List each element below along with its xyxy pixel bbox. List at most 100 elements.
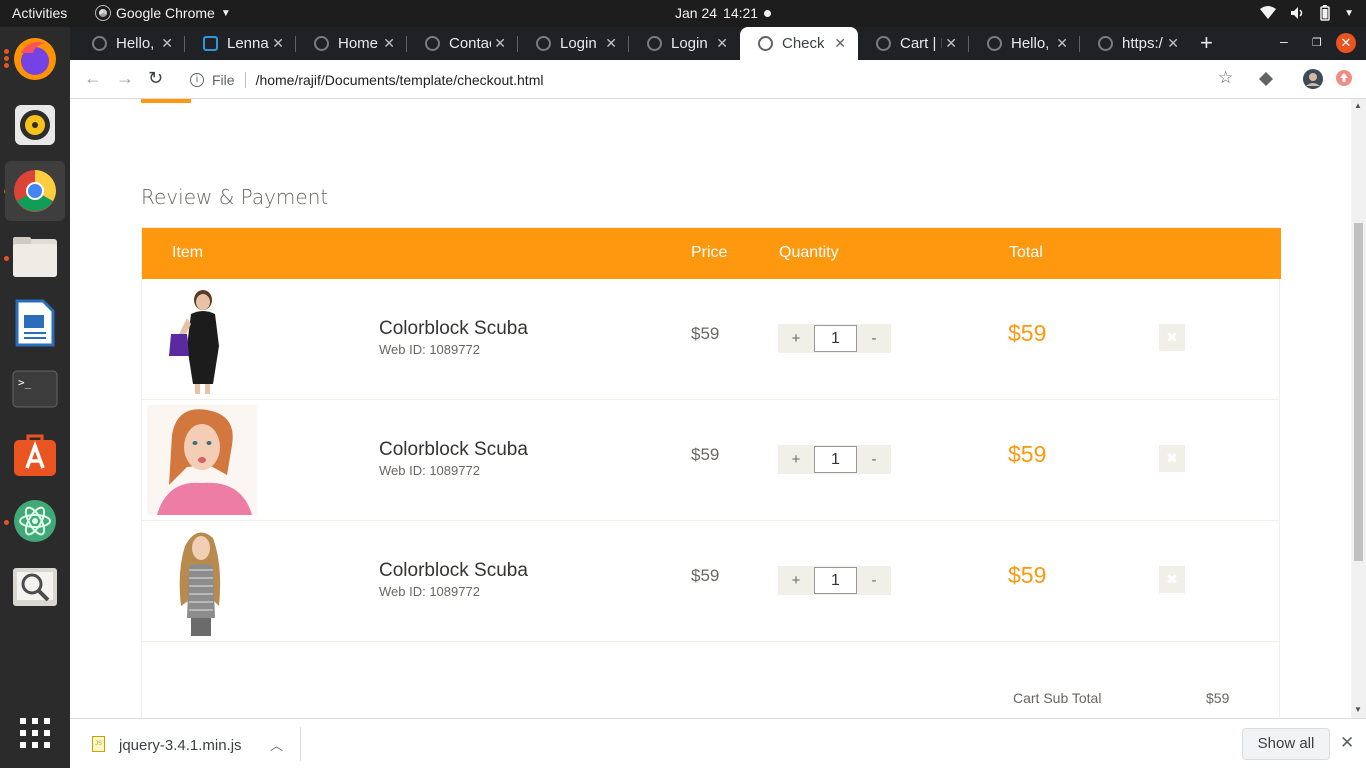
browser-tab[interactable]: Login | ✕ xyxy=(629,27,740,60)
scheme-label: File xyxy=(212,71,235,88)
browser-tab[interactable]: Home |✕ xyxy=(296,27,407,60)
close-tab-icon[interactable]: ✕ xyxy=(272,35,284,52)
delete-item-button[interactable]: ✖ xyxy=(1159,566,1185,593)
section-title: Review & Payment xyxy=(141,185,329,209)
browser-tab[interactable]: Lenna ✕ xyxy=(185,27,296,60)
globe-icon xyxy=(536,36,551,51)
profile-avatar-icon[interactable] xyxy=(1303,69,1323,89)
minimize-button[interactable]: – xyxy=(1280,33,1288,49)
atom-icon xyxy=(14,500,56,542)
app-menu[interactable]: Google Chrome ▼ xyxy=(95,5,231,21)
quantity-input[interactable] xyxy=(814,446,857,473)
quantity-input[interactable] xyxy=(814,567,857,594)
dock-writer[interactable] xyxy=(5,293,65,353)
divider xyxy=(300,727,301,761)
clock[interactable]: Jan 24 14:21 xyxy=(675,5,772,21)
delete-item-button[interactable]: ✖ xyxy=(1159,324,1185,351)
dock-show-apps[interactable] xyxy=(5,703,65,763)
quantity-increase-button[interactable]: + xyxy=(778,566,814,595)
quantity-decrease-button[interactable]: - xyxy=(857,445,891,474)
product-image[interactable] xyxy=(147,526,257,636)
address-bar[interactable]: i File /home/rajif/Documents/template/ch… xyxy=(180,64,1260,95)
close-tab-icon[interactable]: ✕ xyxy=(716,35,728,52)
globe-icon xyxy=(92,36,107,51)
close-tab-icon[interactable]: ✕ xyxy=(383,35,395,52)
cart-row: Colorblock Scuba Web ID: 1089772 $59 + -… xyxy=(142,400,1279,521)
browser-tab[interactable]: https:/✕ xyxy=(1080,27,1191,60)
browser-tab[interactable]: Cart | E✕ xyxy=(858,27,969,60)
dock-chrome[interactable] xyxy=(5,161,65,221)
close-downloads-bar-icon[interactable]: ✕ xyxy=(1340,733,1354,753)
cart-subtotal-value: $59 xyxy=(1206,690,1230,706)
cart-row: Colorblock Scuba Web ID: 1089772 $59 + -… xyxy=(142,521,1279,642)
scrollbar-thumb[interactable] xyxy=(1354,223,1363,561)
close-tab-icon[interactable]: ✕ xyxy=(1167,35,1179,52)
globe-icon xyxy=(647,36,662,51)
close-tab-icon[interactable]: ✕ xyxy=(1056,35,1068,52)
browser-tab[interactable]: Hello, v✕ xyxy=(969,27,1080,60)
browser-tab-active[interactable]: Checko ✕ xyxy=(740,27,858,60)
url-text[interactable]: /home/rajif/Documents/template/checkout.… xyxy=(256,72,544,88)
browser-tab[interactable]: Login | ✕ xyxy=(518,27,629,60)
browser-tab[interactable]: Hello, v✕ xyxy=(74,27,185,60)
extension-icon[interactable] xyxy=(1258,71,1274,87)
quantity-increase-button[interactable]: + xyxy=(778,324,814,353)
activities-button[interactable]: Activities xyxy=(12,5,67,21)
quantity-decrease-button[interactable]: - xyxy=(857,566,891,595)
clock-time: 14:21 xyxy=(723,5,759,21)
close-tab-icon[interactable]: ✕ xyxy=(945,35,957,52)
close-tab-icon[interactable]: ✕ xyxy=(494,35,506,52)
page-viewport: Review & Payment Item Price Quantity Tot… xyxy=(70,99,1351,718)
info-icon[interactable]: i xyxy=(190,72,204,87)
tab-title: Lenna xyxy=(227,35,269,52)
system-tray[interactable]: ▼ xyxy=(1260,5,1354,21)
svg-text:>_: >_ xyxy=(18,376,32,389)
bookmark-star-icon[interactable]: ☆ xyxy=(1218,68,1233,88)
product-name[interactable]: Colorblock Scuba xyxy=(379,560,528,582)
scroll-up-arrow-icon[interactable]: ▲ xyxy=(1354,101,1362,110)
dock-atom[interactable] xyxy=(5,491,65,551)
update-icon[interactable] xyxy=(1336,70,1352,86)
browser-tab[interactable]: Contac✕ xyxy=(407,27,518,60)
page-scrollbar[interactable]: ▲ ▼ xyxy=(1351,99,1366,718)
close-tab-icon[interactable]: ✕ xyxy=(161,35,173,52)
forward-button[interactable]: → xyxy=(116,68,134,89)
quantity-stepper: + - xyxy=(778,445,891,474)
back-button[interactable]: ← xyxy=(84,68,102,89)
product-name[interactable]: Colorblock Scuba xyxy=(379,318,528,340)
dock-software[interactable] xyxy=(5,425,65,485)
download-filename[interactable]: jquery-3.4.1.min.js xyxy=(119,737,242,754)
dock-image-viewer[interactable] xyxy=(5,557,65,617)
reload-button[interactable]: ↻ xyxy=(148,68,163,89)
show-all-downloads-button[interactable]: Show all xyxy=(1242,728,1330,760)
close-tab-icon[interactable]: ✕ xyxy=(605,35,617,52)
dock-rhythmbox[interactable] xyxy=(5,95,65,155)
wifi-icon xyxy=(1260,6,1277,19)
close-window-button[interactable]: ✕ xyxy=(1336,33,1356,53)
woman-shopping-image xyxy=(147,284,257,394)
tab-strip: Hello, v✕ Lenna✕ Home |✕ Contac✕ Login |… xyxy=(70,27,1366,60)
tab-title: Login | xyxy=(671,35,713,52)
dock-firefox[interactable] xyxy=(5,29,65,89)
product-image[interactable] xyxy=(147,284,257,394)
maximize-button[interactable]: ❐ xyxy=(1312,36,1322,49)
scroll-down-arrow-icon[interactable]: ▼ xyxy=(1354,705,1362,714)
product-image[interactable] xyxy=(147,405,257,515)
chrome-icon xyxy=(14,170,56,212)
close-tab-icon[interactable]: ✕ xyxy=(834,35,846,52)
app-menu-label: Google Chrome xyxy=(116,5,215,21)
header-item: Item xyxy=(172,244,204,261)
quantity-increase-button[interactable]: + xyxy=(778,445,814,474)
dock-files[interactable] xyxy=(5,227,65,287)
product-name[interactable]: Colorblock Scuba xyxy=(379,439,528,461)
download-menu-chevron-icon[interactable]: ︿ xyxy=(270,735,283,754)
dock-terminal[interactable]: >_ xyxy=(5,359,65,419)
system-top-bar: Activities Google Chrome ▼ Jan 24 14:21 … xyxy=(0,0,1366,27)
delete-item-button[interactable]: ✖ xyxy=(1159,445,1185,472)
quantity-decrease-button[interactable]: - xyxy=(857,324,891,353)
new-tab-button[interactable]: + xyxy=(1200,30,1213,56)
line-total: $59 xyxy=(1008,320,1047,346)
quantity-input[interactable] xyxy=(814,325,857,352)
tab-title: Login | xyxy=(560,35,602,52)
product-web-id: Web ID: 1089772 xyxy=(379,463,480,478)
